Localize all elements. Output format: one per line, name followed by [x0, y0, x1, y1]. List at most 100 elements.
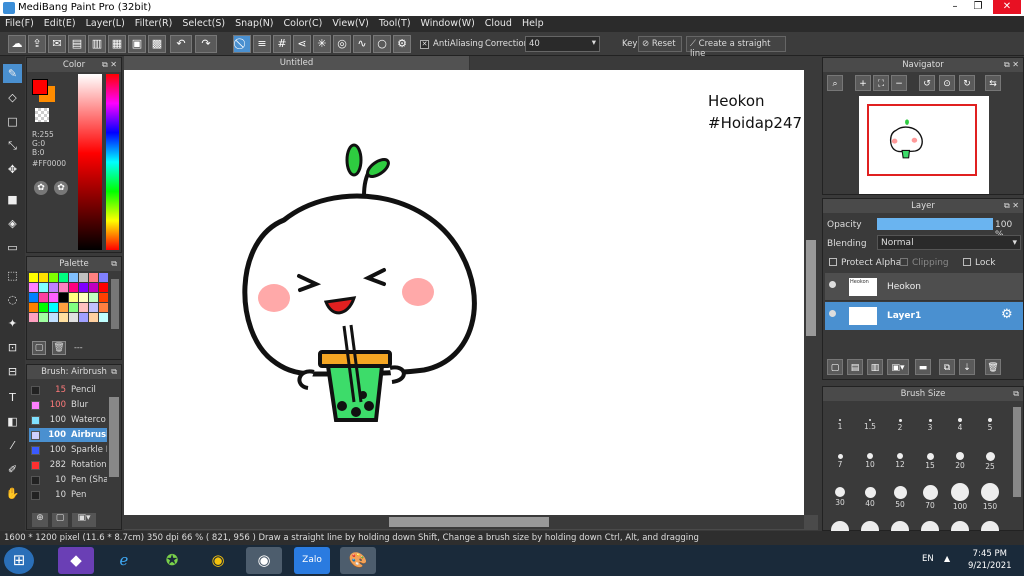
brush-size-option[interactable]: 70 — [915, 479, 945, 513]
palette-swatch[interactable] — [99, 293, 108, 302]
menu-layer[interactable]: Layer(L) — [81, 16, 130, 31]
eye-icon[interactable] — [829, 281, 836, 288]
palette-swatch[interactable] — [69, 283, 78, 292]
color-wheel-icon[interactable]: ✿ — [34, 181, 48, 195]
saturation-brightness-slider[interactable] — [78, 74, 102, 250]
layers-icon[interactable]: ▦ — [108, 35, 126, 53]
opacity-slider[interactable] — [877, 218, 993, 230]
circle-snap-icon[interactable]: ◎ — [333, 35, 351, 53]
document-icon[interactable]: ▤ — [68, 35, 86, 53]
menu-help[interactable]: Help — [517, 16, 549, 31]
dot-tool-icon[interactable]: ⤡ — [3, 136, 22, 155]
brush-item[interactable]: 100 Airbrush — [29, 428, 107, 442]
palette-swatch[interactable] — [69, 273, 78, 282]
panel-popout-icon[interactable]: ⧉ — [111, 365, 117, 379]
reset-view-icon[interactable]: ⊙ — [939, 75, 955, 91]
eye-icon[interactable] — [829, 310, 836, 317]
fill-rect-tool-icon[interactable]: ■ — [3, 190, 22, 209]
brush-add-icon[interactable]: ⊕ — [32, 513, 48, 527]
hand-tool-icon[interactable]: ✋ — [3, 484, 22, 503]
brush-size-option[interactable]: 50 — [885, 479, 915, 513]
cross-snap-icon[interactable]: # — [273, 35, 291, 53]
brush-size-scrollbar[interactable] — [1013, 407, 1021, 497]
brush-size-option[interactable]: 15 — [915, 443, 945, 477]
panel-popout-icon[interactable]: ⧉ ✕ — [102, 58, 117, 72]
fit-icon[interactable]: ⛶ — [873, 75, 889, 91]
menu-view[interactable]: View(V) — [327, 16, 373, 31]
language-indicator[interactable]: EN — [922, 554, 934, 564]
start-button-icon[interactable]: ⊞ — [4, 547, 34, 574]
parallel-snap-icon[interactable]: ≡ — [253, 35, 271, 53]
panel-popout-icon[interactable]: ⧉ ✕ — [1004, 58, 1019, 72]
palette-swatch[interactable] — [59, 303, 68, 312]
canvas-vertical-scrollbar[interactable] — [804, 70, 818, 515]
select-eraser-tool-icon[interactable]: ⊟ — [3, 362, 22, 381]
brush-size-option[interactable]: 3 — [915, 407, 945, 441]
correction-select[interactable]: 40 ▾ — [525, 36, 600, 52]
brush-size-option[interactable]: 100 — [945, 479, 975, 513]
menu-tool[interactable]: Tool(T) — [374, 16, 416, 31]
brush-item[interactable]: 10 Pen (Sha — [29, 473, 107, 487]
brush-item[interactable]: 100 Blur — [29, 398, 107, 412]
palette-swatch[interactable] — [69, 303, 78, 312]
menu-filter[interactable]: Filter(R) — [130, 16, 178, 31]
magic-wand-tool-icon[interactable]: ✦ — [3, 314, 22, 333]
palette-swatch[interactable] — [59, 313, 68, 322]
palette-swatch[interactable] — [99, 273, 108, 282]
palette-swatch[interactable] — [49, 293, 58, 302]
menu-window[interactable]: Window(W) — [416, 16, 480, 31]
layer-settings-gear-icon[interactable]: ⚙ — [1001, 307, 1013, 322]
lock-checkbox[interactable] — [963, 258, 971, 266]
page-icon[interactable]: ▥ — [88, 35, 106, 53]
brush-menu-icon[interactable]: ▣▾ — [72, 513, 96, 527]
rectangle-tool-icon[interactable]: □ — [3, 112, 22, 131]
palette-swatch[interactable] — [79, 303, 88, 312]
brush-page-icon[interactable]: ▢ — [52, 513, 68, 527]
palette-swatch[interactable] — [99, 313, 108, 322]
palette-scrollbar[interactable] — [111, 279, 119, 329]
palette-swatch[interactable] — [29, 313, 38, 322]
zalo-icon[interactable]: Zalo — [294, 547, 330, 574]
medibang-icon[interactable]: 🎨 — [340, 547, 376, 574]
coccoc-icon[interactable]: ✪ — [154, 547, 190, 574]
internet-explorer-icon[interactable]: ℯ — [106, 547, 142, 574]
clock[interactable]: 7:45 PM 9/21/2021 — [968, 548, 1012, 572]
palette-swatch[interactable] — [49, 303, 58, 312]
palette-swatch[interactable] — [29, 283, 38, 292]
brush-list[interactable]: 15 Pencil 100 Blur 100 Waterco 100 Airbrush 100 S… — [27, 381, 107, 509]
menu-color[interactable]: Color(C) — [279, 16, 328, 31]
brush-size-option[interactable]: 1 — [825, 407, 855, 441]
menu-cloud[interactable]: Cloud — [480, 16, 517, 31]
menu-edit[interactable]: Edit(E) — [39, 16, 81, 31]
ellipse-snap-icon[interactable]: ○ — [373, 35, 391, 53]
palette-swatch[interactable] — [59, 283, 68, 292]
brush-size-option[interactable]: 5 — [975, 407, 1005, 441]
chrome-icon[interactable]: ◉ — [200, 547, 236, 574]
palette-grid[interactable] — [29, 273, 109, 327]
reset-button[interactable]: ⊘ Reset — [638, 36, 682, 52]
brush-size-option[interactable]: 1.5 — [855, 407, 885, 441]
minimize-button[interactable]: – — [944, 0, 966, 14]
trash-icon[interactable]: 🗑 — [52, 341, 66, 355]
vanish-snap-icon[interactable]: ⋖ — [293, 35, 311, 53]
palette-swatch[interactable] — [49, 283, 58, 292]
brush-size-grid[interactable]: 1 1.5 2 3 4 5 7 10 12 15 20 25 30 40 50 70 100 150 — [823, 403, 1009, 531]
palette-swatch[interactable] — [79, 313, 88, 322]
color-picker-icon[interactable]: ✿ — [54, 181, 68, 195]
brush-item[interactable]: 282 Rotation — [29, 458, 107, 472]
palette-swatch[interactable] — [79, 283, 88, 292]
straight-line-button[interactable]: ⟋ Create a straight line — [686, 36, 786, 59]
cloud-icon[interactable]: ☁ — [8, 35, 26, 53]
palette-swatch[interactable] — [69, 313, 78, 322]
brush-size-option[interactable]: 20 — [945, 443, 975, 477]
menu-select[interactable]: Select(S) — [177, 16, 230, 31]
close-button[interactable]: ✕ — [993, 0, 1021, 14]
brush-item[interactable]: 100 Sparkle B — [29, 443, 107, 457]
palette-swatch[interactable] — [29, 273, 38, 282]
palette-swatch[interactable] — [89, 303, 98, 312]
select-pen-tool-icon[interactable]: ⊡ — [3, 338, 22, 357]
brush-size-option[interactable]: 25 — [975, 443, 1005, 477]
palette-swatch[interactable] — [89, 283, 98, 292]
layer-row[interactable]: Heokon Heokon — [825, 273, 1023, 301]
palette-swatch[interactable] — [59, 293, 68, 302]
